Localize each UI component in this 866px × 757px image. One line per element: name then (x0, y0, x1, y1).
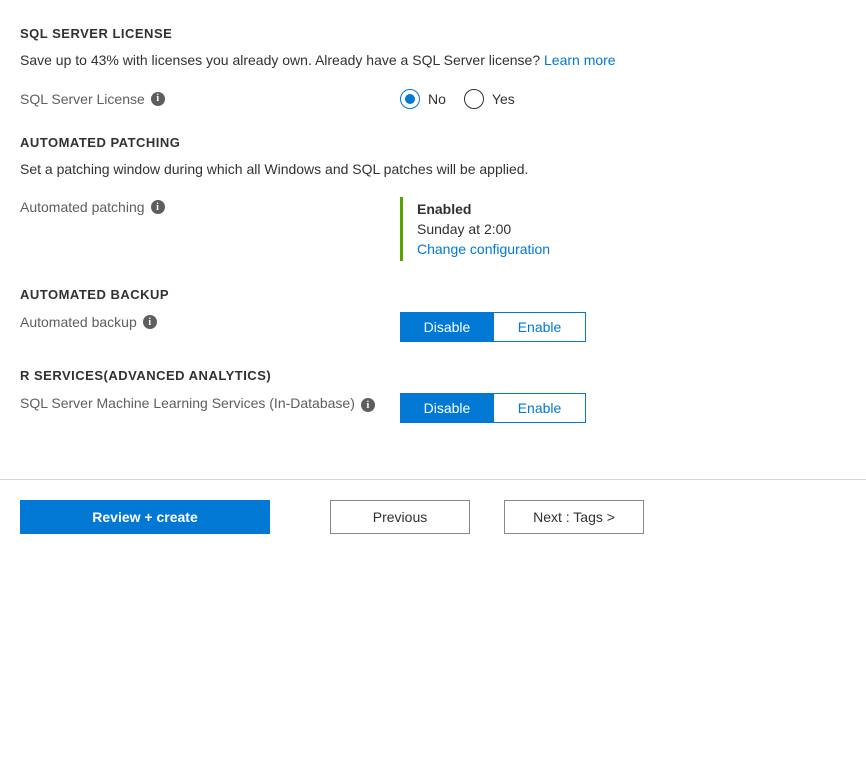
patching-status-block: Enabled Sunday at 2:00 Change configurat… (400, 197, 846, 261)
section-header-rservices: R SERVICES(ADVANCED ANALYTICS) (20, 368, 846, 383)
backup-label-text: Automated backup (20, 314, 137, 330)
radio-no-label: No (428, 91, 446, 107)
backup-enable-button[interactable]: Enable (493, 313, 585, 341)
field-label-license: SQL Server License i (20, 89, 400, 107)
patching-status-schedule: Sunday at 2:00 (417, 221, 846, 237)
radio-no[interactable]: No (400, 89, 446, 109)
footer-buttons: Review + create Previous Next : Tags > (20, 480, 846, 558)
backup-disable-button[interactable]: Disable (401, 313, 493, 341)
patching-label-text: Automated patching (20, 199, 145, 215)
license-radio-group: No Yes (400, 89, 846, 109)
section-header-backup: AUTOMATED BACKUP (20, 287, 846, 302)
rservices-label-text: SQL Server Machine Learning Services (In… (20, 395, 355, 411)
review-create-button[interactable]: Review + create (20, 500, 270, 534)
section-desc-license: Save up to 43% with licenses you already… (20, 51, 846, 71)
patching-status-title: Enabled (417, 201, 846, 217)
license-desc-text: Save up to 43% with licenses you already… (20, 52, 544, 68)
next-button[interactable]: Next : Tags > (504, 500, 644, 534)
radio-circle-icon (464, 89, 484, 109)
rservices-toggle-group: Disable Enable (400, 393, 586, 423)
license-label-text: SQL Server License (20, 91, 145, 107)
radio-yes-label: Yes (492, 91, 515, 107)
field-label-rservices: SQL Server Machine Learning Services (In… (20, 393, 400, 412)
field-label-backup: Automated backup i (20, 312, 400, 330)
section-header-patching: AUTOMATED PATCHING (20, 135, 846, 150)
rservices-enable-button[interactable]: Enable (493, 394, 585, 422)
info-icon[interactable]: i (361, 398, 375, 412)
learn-more-link[interactable]: Learn more (544, 52, 616, 68)
change-configuration-link[interactable]: Change configuration (417, 241, 846, 257)
section-header-license: SQL SERVER LICENSE (20, 26, 846, 41)
info-icon[interactable]: i (151, 92, 165, 106)
rservices-disable-button[interactable]: Disable (401, 394, 493, 422)
section-desc-patching: Set a patching window during which all W… (20, 160, 846, 180)
radio-yes[interactable]: Yes (464, 89, 515, 109)
previous-button[interactable]: Previous (330, 500, 470, 534)
radio-circle-icon (400, 89, 420, 109)
field-label-patching: Automated patching i (20, 197, 400, 215)
backup-toggle-group: Disable Enable (400, 312, 586, 342)
info-icon[interactable]: i (143, 315, 157, 329)
info-icon[interactable]: i (151, 200, 165, 214)
